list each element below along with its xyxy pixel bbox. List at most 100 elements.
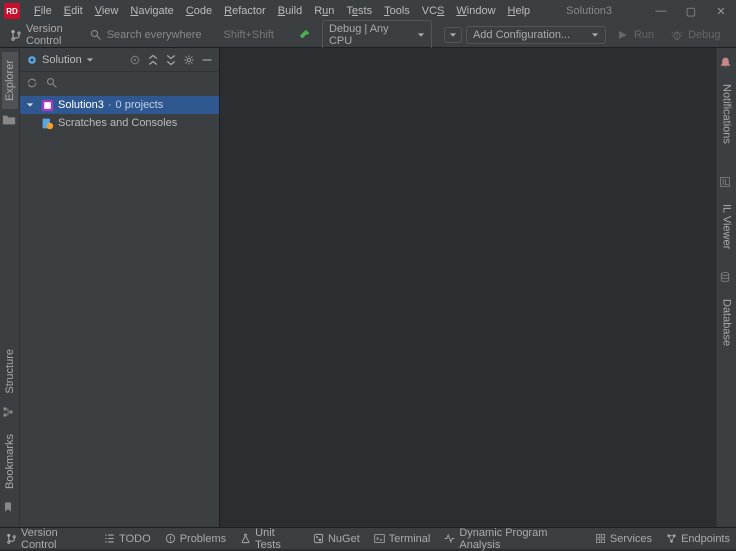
bell-icon[interactable] [719,56,735,72]
branch-icon [10,28,22,42]
menu-help[interactable]: Help [502,3,537,19]
locate-button[interactable] [129,54,141,66]
tree-scratches[interactable]: Scratches and Consoles [20,114,219,132]
tab-structure[interactable]: Structure [2,341,18,402]
status-services-label: Services [610,533,652,545]
tab-il-viewer[interactable]: IL Viewer [719,196,735,257]
menu-tests[interactable]: Tests [340,3,378,19]
explorer-title: Solution [42,54,82,66]
status-vcs[interactable]: Version Control [6,527,90,551]
main-toolbar: Version Control Search everywhere Shift+… [0,22,736,48]
build-config-dropdown[interactable]: Debug | Any CPU [322,20,432,50]
explorer-view-dropdown[interactable]: Solution [26,54,94,66]
config-label: Debug | Any CPU [329,23,413,47]
window-maximize-button[interactable]: ▢ [676,0,706,22]
hammer-icon [298,28,312,42]
status-unit-label: Unit Tests [255,527,299,551]
solution-node-icon [40,98,54,112]
menu-navigate[interactable]: Navigate [124,3,179,19]
chevron-down-icon [86,56,94,64]
terminal-icon [374,533,385,544]
status-terminal-label: Terminal [389,533,431,545]
explorer-header: Solution [20,48,219,72]
chevron-down-icon [591,31,599,39]
il-icon[interactable]: IL [719,176,735,192]
status-endpoints[interactable]: Endpoints [666,533,730,545]
expand-all-button[interactable] [147,54,159,66]
sync-tree-button[interactable] [26,77,38,89]
branch-icon [6,533,17,544]
status-terminal[interactable]: Terminal [374,533,431,545]
menu-run[interactable]: Run [308,3,340,19]
debug-label: Debug [688,29,720,41]
debug-button[interactable]: Debug [664,26,726,44]
more-actions-button[interactable] [731,26,736,44]
run-button[interactable]: Run [610,26,660,44]
status-bar: Version Control TODO Problems Unit Tests… [0,527,736,549]
flask-icon [240,533,251,544]
find-button[interactable] [46,77,58,89]
status-todo[interactable]: TODO [104,533,151,545]
status-problems[interactable]: Problems [165,533,226,545]
menu-file[interactable]: File [28,3,58,19]
right-tool-strip: Notifications IL IL Viewer Database [716,48,736,527]
endpoints-icon [666,533,677,544]
status-unit-tests[interactable]: Unit Tests [240,527,299,551]
menu-vcs[interactable]: VCS [416,3,451,19]
status-problems-label: Problems [180,533,226,545]
bug-icon [670,28,684,42]
status-vcs-label: Version Control [21,527,90,551]
left-tool-strip: Explorer Structure Bookmarks [0,48,20,527]
tree-root-name: Solution3 [58,99,104,111]
svg-text:IL: IL [722,178,729,187]
run-label: Run [634,29,654,41]
tree-root-solution[interactable]: Solution3 · 0 projects [20,96,219,114]
vcs-toolbar-button[interactable]: Version Control [4,21,71,49]
folder-icon[interactable] [2,113,18,129]
bookmark-icon [2,501,18,517]
tab-bookmarks[interactable]: Bookmarks [2,426,18,497]
tree-root-subtitle: 0 projects [116,99,164,111]
menu-code[interactable]: Code [180,3,218,19]
explorer-panel: Solution [20,48,220,527]
status-nuget[interactable]: NuGet [313,533,360,545]
database-icon[interactable] [719,271,735,287]
status-dpa[interactable]: Dynamic Program Analysis [444,527,581,551]
solution-icon [26,54,38,66]
services-icon [595,533,606,544]
list-icon [104,533,115,544]
tab-database[interactable]: Database [719,291,735,354]
build-button[interactable] [292,26,318,44]
menu-tools[interactable]: Tools [378,3,416,19]
status-nuget-label: NuGet [328,533,360,545]
chevron-down-icon [417,31,425,39]
search-shortcut-hint: Shift+Shift [223,29,273,41]
menu-view[interactable]: View [89,3,125,19]
window-close-button[interactable]: ✕ [706,0,736,22]
window-minimize-button[interactable]: — [646,0,676,22]
menu-edit[interactable]: Edit [58,3,89,19]
vcs-label: Version Control [26,23,65,47]
collapse-all-button[interactable] [165,54,177,66]
menu-build[interactable]: Build [272,3,308,19]
menu-refactor[interactable]: Refactor [218,3,272,19]
explorer-gear-button[interactable] [183,54,195,66]
tab-explorer[interactable]: Explorer [2,52,18,109]
status-dpa-label: Dynamic Program Analysis [459,527,581,551]
add-configuration-dropdown[interactable]: Add Configuration... [466,26,606,44]
tab-notifications[interactable]: Notifications [719,76,735,152]
structure-icon [2,406,18,422]
status-endpoints-label: Endpoints [681,533,730,545]
explorer-subtoolbar [20,72,219,94]
status-services[interactable]: Services [595,533,652,545]
run-config-picker[interactable] [444,27,462,43]
editor-area[interactable] [220,48,716,527]
search-everywhere[interactable]: Search everywhere Shift+Shift [83,26,280,44]
pulse-icon [444,533,455,544]
hide-panel-button[interactable] [201,54,213,66]
chevron-down-icon [449,31,457,39]
scratches-icon [40,116,54,130]
menu-window[interactable]: Window [450,3,501,19]
play-icon [616,28,630,42]
status-todo-label: TODO [119,533,151,545]
